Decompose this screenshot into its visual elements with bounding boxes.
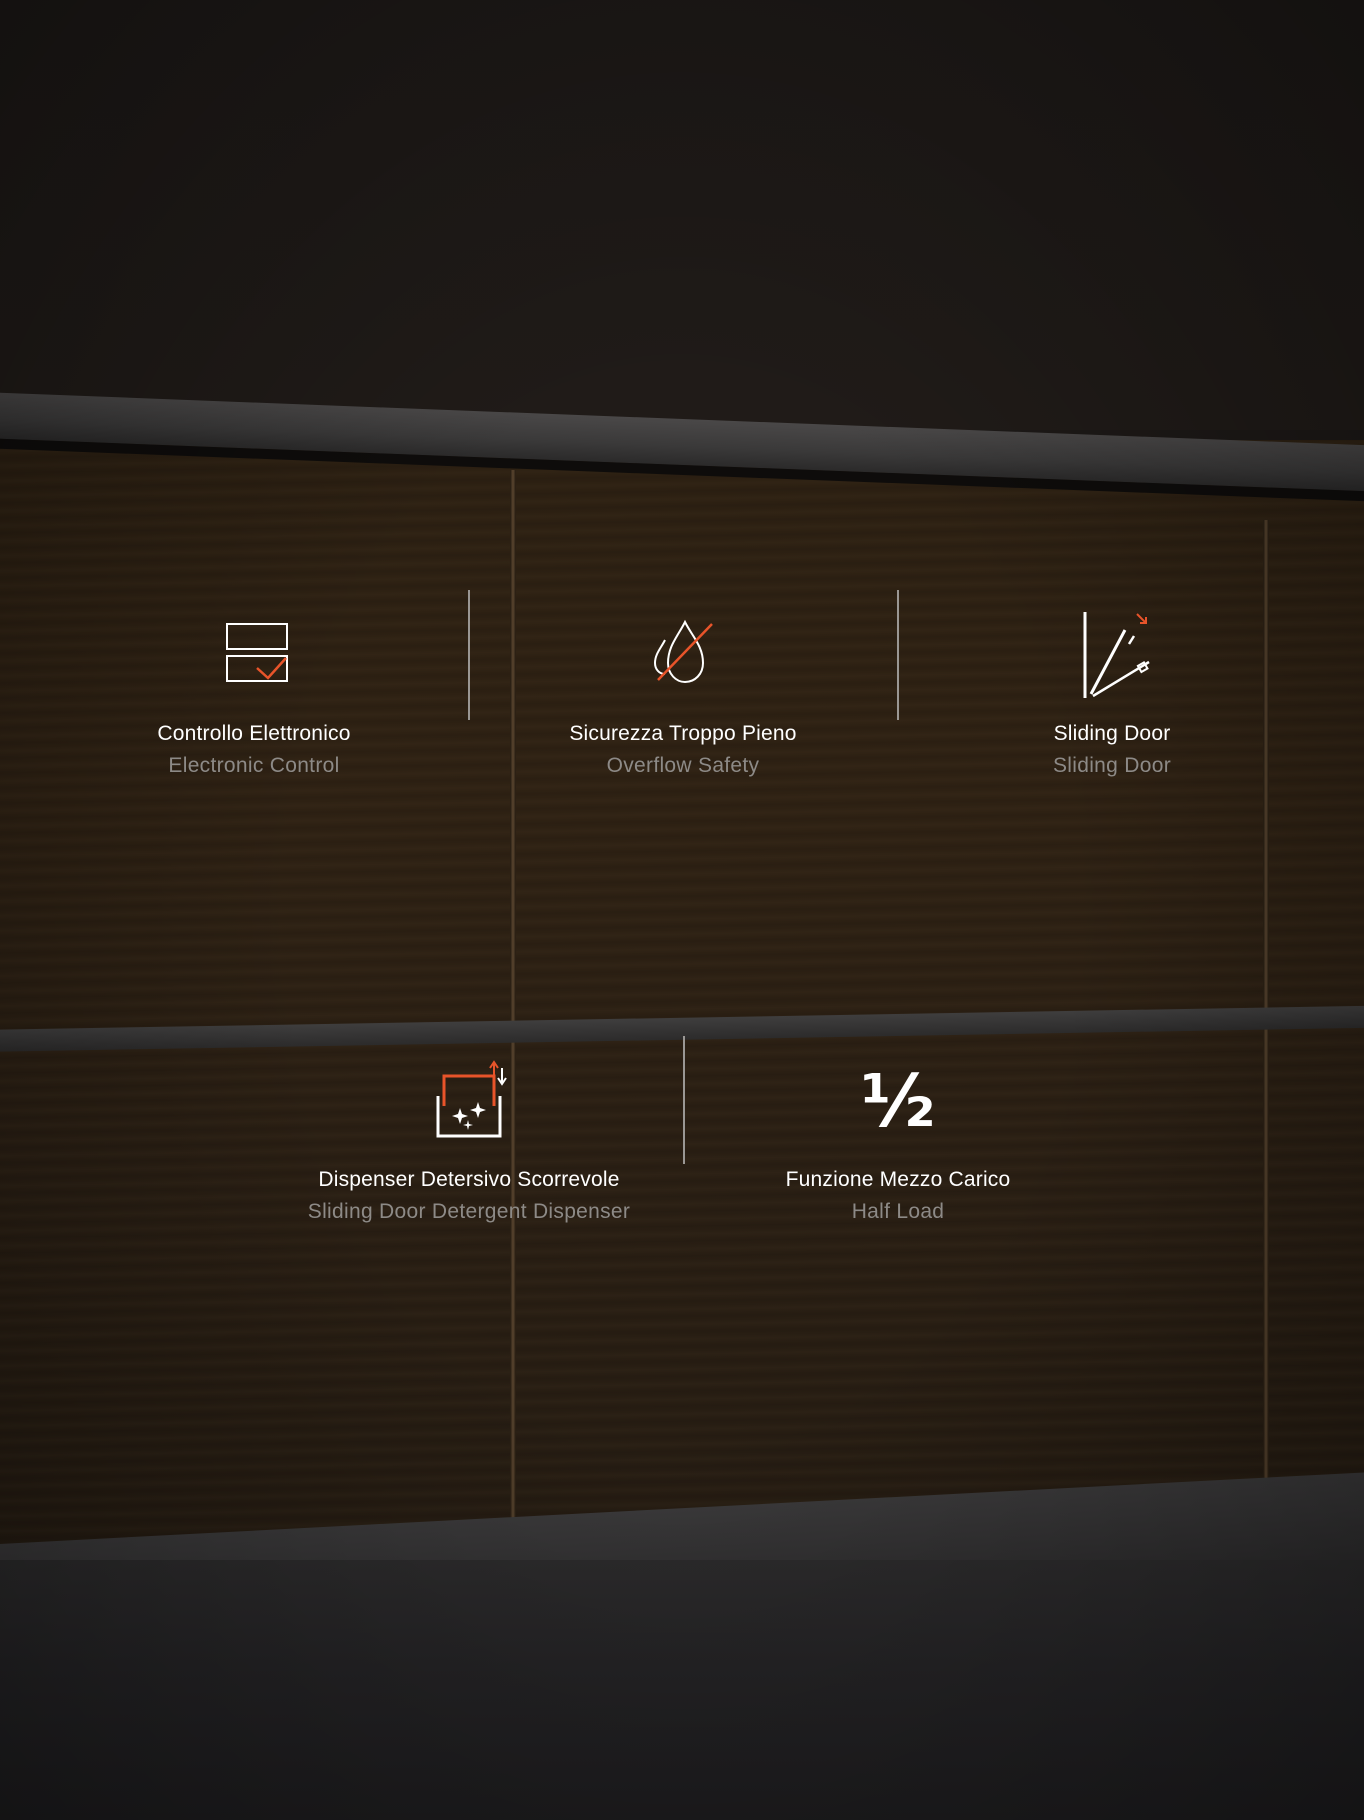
- feature-half-load: ½ Funzione Mezzo Carico Half Load: [748, 1056, 1048, 1224]
- feature-divider: [897, 590, 899, 720]
- electronic-control-icon: [226, 623, 288, 682]
- half-load-icon: ½: [853, 1056, 943, 1146]
- overflow-safety-icon: [653, 619, 713, 684]
- feature-subtitle: Half Load: [851, 1200, 945, 1223]
- half-load-glyph: ½: [860, 1059, 936, 1143]
- feature-subtitle: Sliding Door Detergent Dispenser: [307, 1200, 631, 1223]
- detergent-dispenser-icon: [436, 1060, 507, 1138]
- background-vignette: [0, 0, 1364, 1820]
- feature-title: Funzione Mezzo Carico: [785, 1168, 1011, 1191]
- feature-subtitle: Electronic Control: [168, 754, 340, 777]
- feature-title: Sicurezza Troppo Pieno: [569, 722, 797, 745]
- feature-title: Controllo Elettronico: [157, 722, 351, 745]
- feature-subtitle: Sliding Door: [1053, 754, 1171, 777]
- feature-title: Dispenser Detersivo Scorrevole: [318, 1168, 620, 1191]
- features-page: Controllo Elettronico Electronic Control…: [0, 0, 1364, 1820]
- feature-subtitle: Overflow Safety: [606, 754, 760, 777]
- feature-detergent-dispenser: Dispenser Detersivo Scorrevole Sliding D…: [289, 1056, 649, 1224]
- feature-electronic-control: Controllo Elettronico Electronic Control: [104, 610, 404, 778]
- feature-title: Sliding Door: [1053, 722, 1171, 745]
- feature-sliding-door: Sliding Door Sliding Door: [962, 610, 1262, 778]
- sliding-door-icon: [1083, 612, 1150, 698]
- feature-divider: [683, 1036, 685, 1164]
- feature-divider: [468, 590, 470, 720]
- feature-overflow-safety: Sicurezza Troppo Pieno Overflow Safety: [533, 610, 833, 778]
